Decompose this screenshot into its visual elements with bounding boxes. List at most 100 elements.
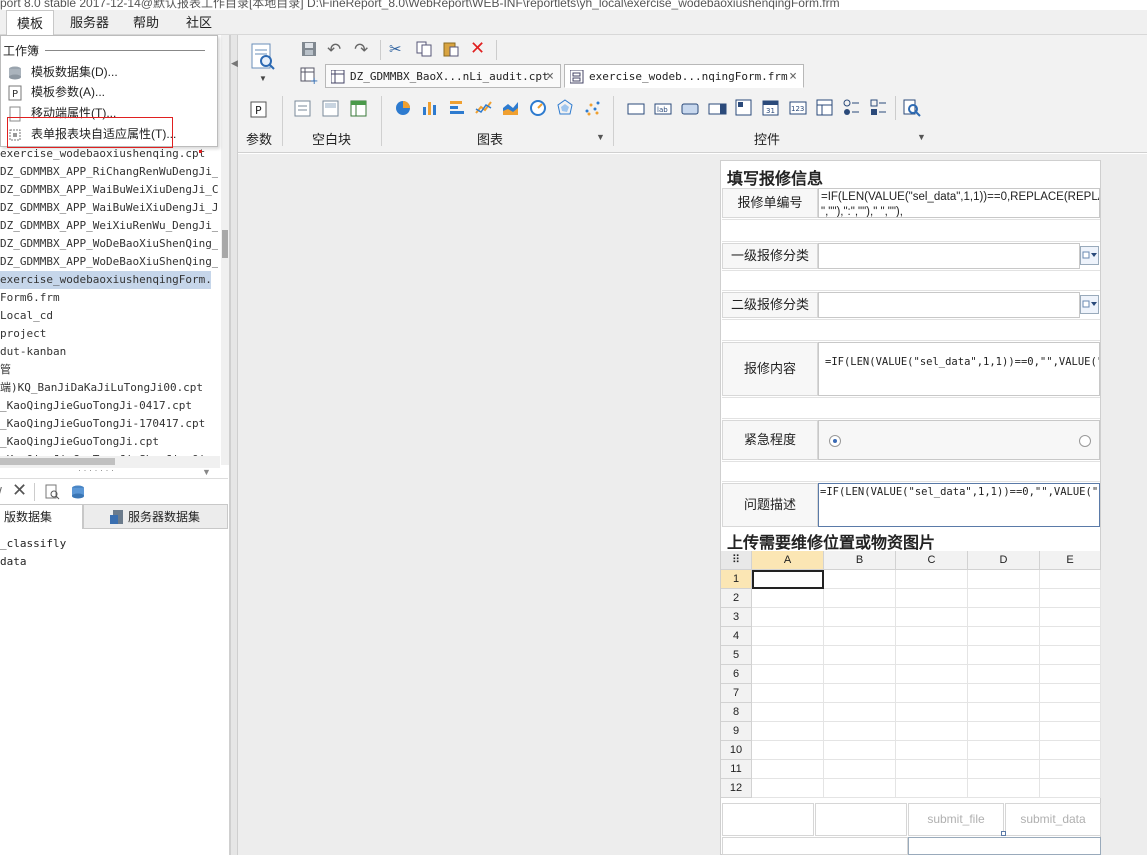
grid-cell[interactable] — [824, 760, 896, 779]
grid-cell[interactable] — [968, 570, 1040, 589]
line-chart-icon[interactable] — [475, 99, 493, 120]
grid-cell[interactable] — [752, 760, 824, 779]
grid-cell[interactable] — [824, 570, 896, 589]
row-header[interactable]: 7 — [721, 684, 752, 703]
tab-template-dataset[interactable]: 版数据集 — [0, 504, 83, 529]
row-header[interactable]: 12 — [721, 779, 752, 798]
combobox-widget-icon[interactable] — [708, 101, 728, 120]
row-header[interactable]: 6 — [721, 665, 752, 684]
grid-cell[interactable] — [896, 722, 968, 741]
list-item[interactable]: _KaoQingJieGuoTongJi-170417.cpt — [0, 415, 218, 433]
button-widget-icon[interactable] — [681, 101, 699, 120]
grid-cell[interactable] — [896, 589, 968, 608]
scatter-chart-icon[interactable] — [583, 99, 601, 120]
grid-cell[interactable] — [968, 703, 1040, 722]
redo-icon[interactable]: ↷ — [354, 40, 368, 60]
grid-cell[interactable] — [968, 608, 1040, 627]
grid-corner[interactable]: ⠿ — [721, 551, 752, 570]
grid-cell[interactable] — [896, 741, 968, 760]
grid-cell[interactable] — [968, 760, 1040, 779]
delete-icon[interactable]: ✕ — [12, 481, 28, 499]
tab-server-dataset[interactable]: 服务器数据集 — [83, 504, 228, 529]
collapse-arrow-icon[interactable]: ▼ — [202, 467, 211, 477]
grid-cell[interactable] — [1040, 665, 1101, 684]
grid-cell[interactable] — [1040, 627, 1101, 646]
dataset-item[interactable]: data — [0, 555, 27, 568]
menu-item-template-params[interactable]: P 模板参数(A)... — [7, 82, 105, 102]
grid-cell[interactable] — [1040, 760, 1101, 779]
row-header[interactable]: 3 — [721, 608, 752, 627]
grid-cell[interactable] — [896, 570, 968, 589]
list-item-selected[interactable]: exercise_wodebaoxiushenqingForm.frm — [0, 271, 211, 289]
label-widget-icon[interactable]: lab — [654, 101, 672, 120]
urgency-radio-option[interactable] — [829, 435, 841, 447]
grid-cell[interactable] — [896, 646, 968, 665]
menu-item-template-dataset[interactable]: 模板数据集(D)... — [7, 62, 118, 82]
grid-cell[interactable] — [752, 684, 824, 703]
grid-cell[interactable] — [1040, 722, 1101, 741]
grid-cell[interactable] — [752, 608, 824, 627]
list-item[interactable]: Local_cd — [0, 307, 218, 325]
number-widget-icon[interactable]: 123 — [789, 100, 807, 119]
list-item[interactable]: DZ_GDMMBX_APP_RiChangRenWuDengJi_add. — [0, 163, 218, 181]
grid-cell[interactable] — [968, 684, 1040, 703]
submit-file-button[interactable]: submit_file — [908, 803, 1004, 836]
urgency-radio-option[interactable] — [1079, 435, 1091, 447]
menu-template[interactable]: 模板 — [6, 10, 55, 36]
category-1-combobox[interactable] — [818, 243, 1080, 269]
grid-cell[interactable] — [1040, 589, 1101, 608]
grid-cell[interactable] — [1040, 608, 1101, 627]
upload-grid[interactable]: ⠿ A B C D E 1 2 3 4 5 6 7 8 9 10 11 12 — [721, 551, 1101, 801]
row-header[interactable]: 1 — [721, 570, 752, 589]
grid-cell[interactable] — [824, 779, 896, 798]
bar-chart-icon[interactable] — [421, 99, 439, 120]
grid-cell[interactable] — [824, 722, 896, 741]
paste-icon[interactable] — [443, 41, 459, 60]
delete-widget-icon[interactable]: ✕ — [470, 38, 485, 59]
grid-cell[interactable] — [896, 684, 968, 703]
col-header[interactable]: E — [1040, 551, 1101, 570]
panel-splitter[interactable] — [230, 35, 238, 855]
tab-document-frm[interactable]: exercise_wodeb...nqingForm.frm × — [564, 64, 804, 88]
grid-cell[interactable] — [1040, 570, 1101, 589]
list-item[interactable]: DZ_GDMMBX_APP_WoDeBaoXiuShenQing_tea_ — [0, 253, 218, 271]
row-header[interactable]: 11 — [721, 760, 752, 779]
grid-cell[interactable] — [968, 722, 1040, 741]
grid-cell[interactable] — [896, 703, 968, 722]
repair-content-field[interactable]: =IF(LEN(VALUE("sel_data",1,1))==0,"",VAL… — [818, 342, 1100, 396]
list-item[interactable]: _KaoQingJieGuoTongJi.cpt — [0, 433, 218, 451]
grid-cell[interactable] — [968, 589, 1040, 608]
row-header[interactable]: 8 — [721, 703, 752, 722]
col-header[interactable]: C — [896, 551, 968, 570]
combo-checkbox-widget-icon[interactable] — [735, 99, 753, 120]
grid-cell[interactable] — [968, 779, 1040, 798]
row-header[interactable]: 5 — [721, 646, 752, 665]
menu-community[interactable]: 社区 — [176, 10, 222, 35]
dataset-item[interactable]: _classifly — [0, 537, 66, 550]
grid-cell[interactable] — [824, 608, 896, 627]
grid-cell[interactable] — [824, 684, 896, 703]
scrollbar-thumb[interactable] — [222, 230, 228, 258]
splitter-grip-icon[interactable]: · · · · · · · — [78, 466, 138, 475]
grid-cell[interactable] — [824, 589, 896, 608]
list-item[interactable]: DZ_GDMMBX_APP_WeiXiuRenWu_DengJi_add. — [0, 217, 218, 235]
grid-cell[interactable] — [968, 665, 1040, 684]
category-1-dropdown-button[interactable] — [1080, 246, 1099, 265]
widget-more-dropdown-icon[interactable]: ▼ — [917, 132, 926, 142]
grid-cell[interactable] — [1040, 703, 1101, 722]
tab-document-cpt[interactable]: DZ_GDMMBX_BaoX...nLi_audit.cpt × — [325, 64, 561, 88]
grid-cell[interactable] — [752, 722, 824, 741]
grid-cell[interactable] — [1040, 741, 1101, 760]
grid-cell[interactable] — [824, 741, 896, 760]
table-tree-widget-icon[interactable] — [816, 99, 834, 120]
hbar-chart-icon[interactable] — [448, 99, 466, 120]
grid-cell[interactable] — [1040, 779, 1101, 798]
grid-cell[interactable] — [752, 741, 824, 760]
grid-cell[interactable] — [968, 646, 1040, 665]
grid-cell[interactable] — [1040, 684, 1101, 703]
row-header[interactable]: 10 — [721, 741, 752, 760]
row-header[interactable]: 2 — [721, 589, 752, 608]
category-2-dropdown-button[interactable] — [1080, 295, 1099, 314]
grid-cell[interactable] — [752, 589, 824, 608]
hscrollbar-thumb[interactable] — [0, 458, 115, 465]
